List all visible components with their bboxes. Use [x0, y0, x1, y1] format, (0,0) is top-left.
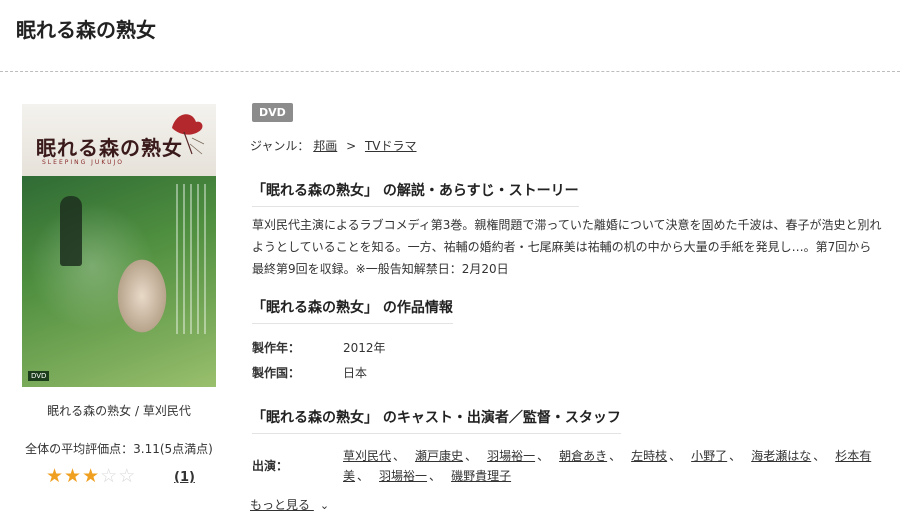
cast-item: 草刈民代、	[343, 449, 415, 463]
cover-dvd-label: DVD	[28, 371, 50, 381]
cast-heading: 「眠れる森の熟女」 のキャスト・出演者／監督・スタッフ	[252, 407, 621, 434]
page-title: 眠れる森の熟女	[16, 18, 156, 42]
cast-link[interactable]: 磯野貴理子	[451, 469, 511, 483]
production-country-value: 日本	[343, 366, 368, 380]
cast-item: 朝倉あき、	[559, 449, 631, 463]
title-divider	[0, 71, 900, 72]
cast-item: 羽場裕一、	[487, 449, 559, 463]
show-more-link[interactable]: もっと見る ⌄	[250, 496, 329, 513]
page: 眠れる森の熟女 眠れる森の熟女 SLEEPING JUKUJO DVD 眠れる森…	[0, 0, 900, 526]
cover-subtitle: SLEEPING JUKUJO	[42, 159, 124, 166]
cast-link[interactable]: 羽場裕一	[379, 469, 427, 483]
cast-separator: 、	[729, 449, 742, 463]
star-rating: ★★★☆☆	[46, 466, 136, 486]
star-filled-icon: ★	[46, 465, 65, 487]
cast-link[interactable]: 左時枝	[631, 449, 667, 463]
cast-link[interactable]: 海老瀬はな	[751, 449, 811, 463]
cast-separator: 、	[357, 469, 370, 483]
cover-figure	[60, 196, 82, 266]
format-badge: DVD	[252, 103, 293, 122]
breadcrumb-separator: >	[346, 139, 357, 153]
cast-item: 左時枝、	[631, 449, 691, 463]
star-filled-icon: ★	[82, 465, 101, 487]
cast-item: 小野了、	[691, 449, 751, 463]
cover-image[interactable]: 眠れる森の熟女 SLEEPING JUKUJO DVD	[22, 104, 216, 387]
cast-separator: 、	[669, 449, 682, 463]
cast-separator: 、	[537, 449, 550, 463]
cast-link[interactable]: 小野了	[691, 449, 727, 463]
cover-header: 眠れる森の熟女 SLEEPING JUKUJO	[22, 104, 216, 176]
cover-caption: 眠れる森の熟女 / 草刈民代	[47, 404, 191, 418]
breadcrumb: ジャンル： 邦画 > TVドラマ	[250, 137, 417, 154]
cast-separator: 、	[609, 449, 622, 463]
review-count-link[interactable]: (1)	[174, 470, 195, 485]
star-empty-icon: ☆	[118, 465, 137, 487]
chevron-down-icon: ⌄	[319, 499, 330, 512]
production-year-label: 製作年：	[252, 341, 301, 355]
cast-list: 草刈民代、瀬戸康史、羽場裕一、朝倉あき、左時枝、小野了、海老瀬はな、杉本有美、羽…	[343, 446, 888, 486]
genre-link-tvdrama[interactable]: TVドラマ	[365, 139, 417, 153]
genre-link-hoga[interactable]: 邦画	[313, 139, 337, 153]
synopsis-text: 草刈民代主演によるラブコメディ第3巻。親権問題で滞っていた離婚について決意を固め…	[252, 218, 882, 276]
cast-item: 磯野貴理子	[451, 469, 511, 483]
cover-vertical-text	[176, 184, 206, 334]
info-heading: 「眠れる森の熟女」 の作品情報	[252, 297, 453, 324]
cast-item: 海老瀬はな、	[751, 449, 835, 463]
cast-separator: 、	[813, 449, 826, 463]
cast-separator: 、	[429, 469, 442, 483]
cast-link[interactable]: 朝倉あき	[559, 449, 607, 463]
cast-link[interactable]: 羽場裕一	[487, 449, 535, 463]
show-more-label: もっと見る	[250, 498, 311, 512]
average-rating: 全体の平均評価点：3.11(5点満点)	[25, 442, 213, 456]
flower-icon	[172, 114, 205, 155]
cast-item: 羽場裕一、	[379, 469, 451, 483]
cast-link[interactable]: 草刈民代	[343, 449, 391, 463]
cast-separator: 、	[465, 449, 478, 463]
production-country-label: 製作国：	[252, 366, 301, 380]
cast-label: 出演：	[252, 459, 289, 473]
cover-title: 眠れる森の熟女	[36, 136, 183, 160]
cast-item: 瀬戸康史、	[415, 449, 487, 463]
production-year-value: 2012年	[343, 341, 386, 355]
cover-photo: DVD	[22, 176, 216, 387]
star-filled-icon: ★	[64, 465, 83, 487]
synopsis-heading: 「眠れる森の熟女」 の解説・あらすじ・ストーリー	[252, 180, 579, 207]
cast-separator: 、	[393, 449, 406, 463]
genre-label: ジャンル：	[250, 139, 310, 153]
cast-link[interactable]: 瀬戸康史	[415, 449, 463, 463]
star-empty-icon: ☆	[100, 465, 119, 487]
